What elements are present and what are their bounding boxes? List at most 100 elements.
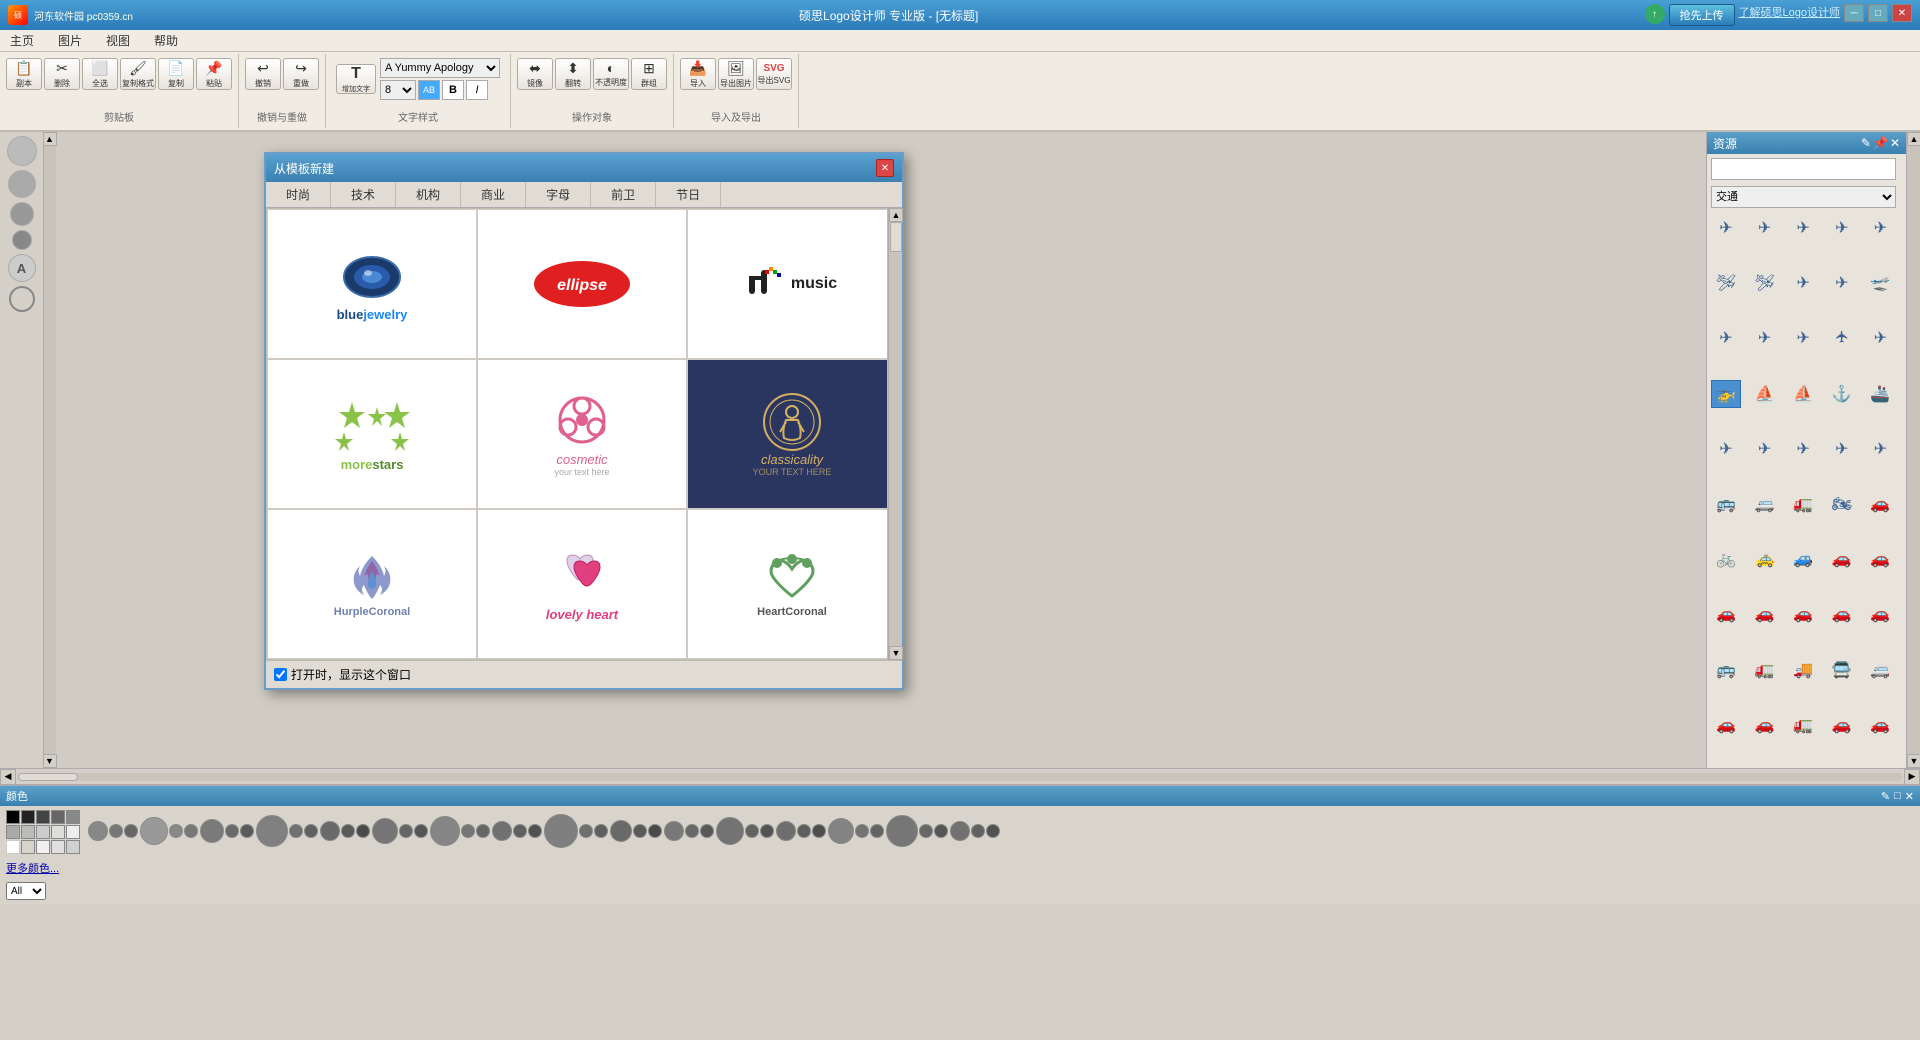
icon-car3[interactable]: 🚛 [1788, 490, 1818, 518]
gs-cell9[interactable] [66, 825, 80, 839]
pal-circle-sm29[interactable] [919, 824, 933, 838]
pal-circle-sm20[interactable] [648, 824, 662, 838]
icon-plane7[interactable]: 🛩 [1750, 269, 1780, 297]
pal-circle-sm18[interactable] [594, 824, 608, 838]
pal-circle-sm13[interactable] [461, 824, 475, 838]
pal-circle-sm26[interactable] [812, 824, 826, 838]
tool-circle2[interactable] [8, 170, 36, 198]
scroll-up-arrow[interactable]: ▲ [44, 132, 57, 146]
gs-cell3[interactable] [51, 810, 65, 824]
pal-circle-xl3[interactable] [886, 815, 918, 847]
pal-circle-sm7[interactable] [289, 824, 303, 838]
icon-bus2[interactable]: 🚍 [1827, 656, 1857, 684]
icon-plane16[interactable]: ✈ [1711, 435, 1741, 463]
pal-circle-sm15[interactable] [513, 824, 527, 838]
gs-cell11[interactable] [51, 840, 65, 854]
template-cosmetic[interactable]: cosmetic your text here [477, 359, 687, 509]
category-selector[interactable]: 交通 自然 动物 科技 建筑 [1711, 186, 1896, 208]
pal-circle-sm32[interactable] [986, 824, 1000, 838]
pal-circle-sm25[interactable] [797, 824, 811, 838]
bold-button[interactable]: B [442, 80, 464, 100]
icon-plane19[interactable]: ✈ [1827, 435, 1857, 463]
tool-circle-outline[interactable] [9, 286, 35, 312]
gs-white[interactable] [6, 840, 20, 854]
icon-plane10[interactable]: 🛫 [1865, 269, 1895, 297]
paste-button[interactable]: 📌 粘贴 [196, 58, 232, 90]
tab-fashion[interactable]: 时尚 [266, 182, 331, 207]
pal-circle-sm24[interactable] [760, 824, 774, 838]
pal-circle-sm22[interactable] [700, 824, 714, 838]
font-size-selector[interactable]: 8 [380, 80, 416, 100]
gs-cell2[interactable] [36, 810, 50, 824]
pal-circle-lg12[interactable] [828, 818, 854, 844]
menu-image[interactable]: 图片 [52, 30, 88, 51]
colors-expand-icon[interactable]: □ [1894, 790, 1901, 803]
icon-plane15[interactable]: ✈ [1865, 324, 1895, 352]
gs-cell8[interactable] [51, 825, 65, 839]
template-classicality[interactable]: classicality YOUR TEXT HERE [687, 359, 888, 509]
pal-circle-sm2[interactable] [124, 824, 138, 838]
pal-circle-sm11[interactable] [399, 824, 413, 838]
font-selector[interactable]: A Yummy Apology [380, 58, 500, 78]
color-filter-selector[interactable]: All [6, 882, 46, 900]
right-scroll-up[interactable]: ▲ [1907, 132, 1920, 146]
icon-truck3[interactable]: 🚛 [1788, 711, 1818, 739]
tab-org[interactable]: 机构 [396, 182, 461, 207]
dialog-close-button[interactable]: ✕ [876, 159, 894, 177]
pal-circle-xl2[interactable] [544, 814, 578, 848]
add-text-button[interactable]: T 增加文字 [336, 64, 376, 94]
close-window-button[interactable]: ✕ [1892, 4, 1912, 22]
tool-circle1[interactable] [7, 136, 37, 166]
pal-circle-sm1[interactable] [109, 824, 123, 838]
icon-anchor1[interactable]: ⚓ [1827, 380, 1857, 408]
icon-car11[interactable]: 🚗 [1750, 600, 1780, 628]
icon-plane2[interactable]: ✈ [1750, 214, 1780, 242]
template-heartCoronal[interactable]: HeartCoronal [687, 509, 888, 659]
template-bluejewelry[interactable]: bluejewelry [267, 209, 477, 359]
template-hurpleCoronal[interactable]: HurpleCoronal [267, 509, 477, 659]
show-on-open-checkbox[interactable] [274, 668, 287, 681]
pal-circle-sm14[interactable] [476, 824, 490, 838]
icon-van1[interactable]: 🚐 [1865, 656, 1895, 684]
pal-circle-sm31[interactable] [971, 824, 985, 838]
gs-cell7[interactable] [36, 825, 50, 839]
pal-circle-sm6[interactable] [240, 824, 254, 838]
icon-plane1[interactable]: ✈ [1711, 214, 1741, 242]
icon-sail1[interactable]: ⛵ [1788, 380, 1818, 408]
icon-car15[interactable]: 🚗 [1711, 711, 1741, 739]
icon-car16[interactable]: 🚗 [1750, 711, 1780, 739]
pal-circle-sm21[interactable] [685, 824, 699, 838]
gs-transparent[interactable] [21, 840, 35, 854]
dialog-scroll-up[interactable]: ▲ [889, 208, 903, 222]
pal-circle-lg5[interactable] [372, 818, 398, 844]
template-lovelyHeart[interactable]: lovely heart [477, 509, 687, 659]
maximize-button[interactable]: □ [1868, 4, 1888, 22]
minimize-button[interactable]: ─ [1844, 4, 1864, 22]
pal-circle-lg11[interactable] [776, 821, 796, 841]
mirror-button[interactable]: ⬌ 镜像 [517, 58, 553, 90]
pal-circle-sm5[interactable] [225, 824, 239, 838]
gs-cell12[interactable] [66, 840, 80, 854]
tool-text[interactable]: A [8, 254, 36, 282]
colors-close-icon[interactable]: ✕ [1905, 790, 1914, 803]
icon-car14[interactable]: 🚗 [1865, 600, 1895, 628]
pal-circle-sm19[interactable] [633, 824, 647, 838]
search-input[interactable] [1711, 158, 1896, 180]
pal-circle-lg8[interactable] [610, 820, 632, 842]
learn-link[interactable]: 了解硕思Logo设计师 [1739, 4, 1840, 26]
pal-circle-sm8[interactable] [304, 824, 318, 838]
export-svg-button[interactable]: SVG 导出SVG [756, 58, 792, 90]
icon-truck2[interactable]: 🚚 [1788, 656, 1818, 684]
color-picker-button[interactable]: AB [418, 80, 440, 100]
delete-button[interactable]: ✂ 删除 [44, 58, 80, 90]
menu-help[interactable]: 帮助 [148, 30, 184, 51]
icon-bus1[interactable]: 🚌 [1711, 656, 1741, 684]
copy-format-button[interactable]: 🖌 复制格式 [120, 58, 156, 90]
template-ellipse[interactable]: ellipse [477, 209, 687, 359]
pal-circle-lg6[interactable] [430, 816, 460, 846]
icon-car2[interactable]: 🚐 [1750, 490, 1780, 518]
h-scroll-right[interactable]: ▶ [1904, 769, 1920, 785]
pal-circle-lg7[interactable] [492, 821, 512, 841]
tab-avant[interactable]: 前卫 [591, 182, 656, 207]
gs-cell4[interactable] [66, 810, 80, 824]
